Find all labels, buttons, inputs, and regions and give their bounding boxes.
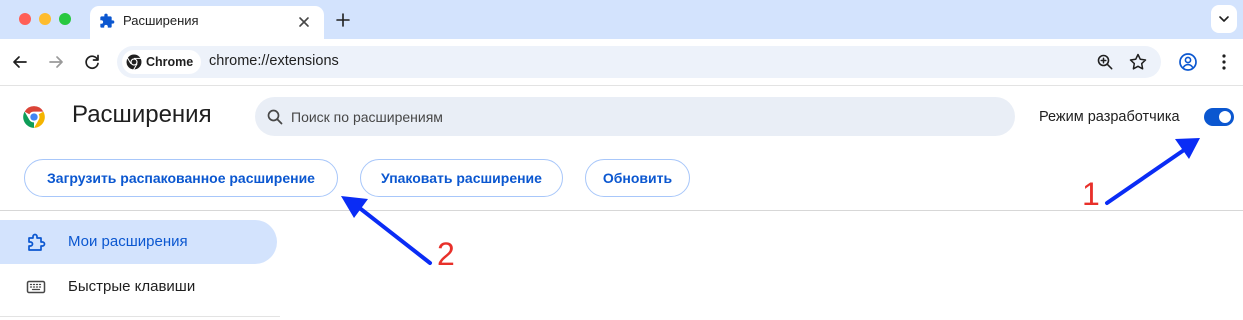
chrome-logo-icon <box>126 54 142 70</box>
arrow-1-head <box>1175 138 1200 159</box>
tab-title: Расширения <box>123 13 199 28</box>
chrome-logo-icon <box>23 106 45 128</box>
zoom-icon[interactable] <box>1094 51 1116 73</box>
puzzle-piece-icon <box>100 13 115 28</box>
tab-extensions[interactable]: Расширения <box>90 6 324 39</box>
load-unpacked-button[interactable]: Загрузить распакованное расширение <box>24 159 338 197</box>
search-icon <box>267 109 283 125</box>
chevron-down-icon <box>1219 16 1229 22</box>
search-input[interactable] <box>291 97 991 136</box>
update-button[interactable]: Обновить <box>585 159 690 197</box>
arrow-1 <box>1105 148 1186 205</box>
arrow-2-head <box>341 196 368 218</box>
tab-search-button[interactable] <box>1211 5 1237 33</box>
developer-mode-label: Режим разработчика <box>1039 109 1180 125</box>
minimize-window-button[interactable] <box>39 13 51 25</box>
close-window-button[interactable] <box>19 13 31 25</box>
tab-strip: Расширения <box>0 0 1243 39</box>
site-info-chip-label: Chrome <box>146 55 194 69</box>
maximize-window-button[interactable] <box>59 13 71 25</box>
url-text[interactable]: chrome://extensions <box>209 53 339 69</box>
new-tab-icon[interactable] <box>332 9 354 31</box>
arrow-2 <box>355 204 432 265</box>
sidebar-divider <box>0 316 280 317</box>
annotation-number-2: 2 <box>437 236 455 272</box>
bookmark-star-icon[interactable] <box>1127 51 1149 73</box>
pack-extension-button[interactable]: Упаковать расширение <box>360 159 563 197</box>
sidebar-item-label: Мои расширения <box>68 233 188 250</box>
menu-dots-icon[interactable] <box>1213 51 1235 73</box>
back-arrow-icon[interactable] <box>9 51 31 73</box>
extension-icon <box>28 233 46 251</box>
annotation-number-1: 1 <box>1082 176 1100 212</box>
browser-toolbar: Chrome chrome://extensions <box>0 39 1243 86</box>
address-bar[interactable]: Chrome chrome://extensions <box>117 46 1161 78</box>
search-box[interactable] <box>255 97 1015 136</box>
header-divider <box>0 210 1243 211</box>
page-title: Расширения <box>72 101 212 128</box>
keyboard-icon <box>26 280 46 294</box>
developer-mode-toggle[interactable] <box>1204 108 1234 126</box>
site-info-chip[interactable]: Chrome <box>122 50 202 74</box>
profile-icon[interactable] <box>1177 51 1199 73</box>
toggle-knob <box>1219 111 1231 123</box>
forward-arrow-icon[interactable] <box>45 51 67 73</box>
reload-icon[interactable] <box>81 51 103 73</box>
close-tab-icon[interactable] <box>294 12 314 32</box>
sidebar-item-label: Быстрые клавиши <box>68 278 196 295</box>
